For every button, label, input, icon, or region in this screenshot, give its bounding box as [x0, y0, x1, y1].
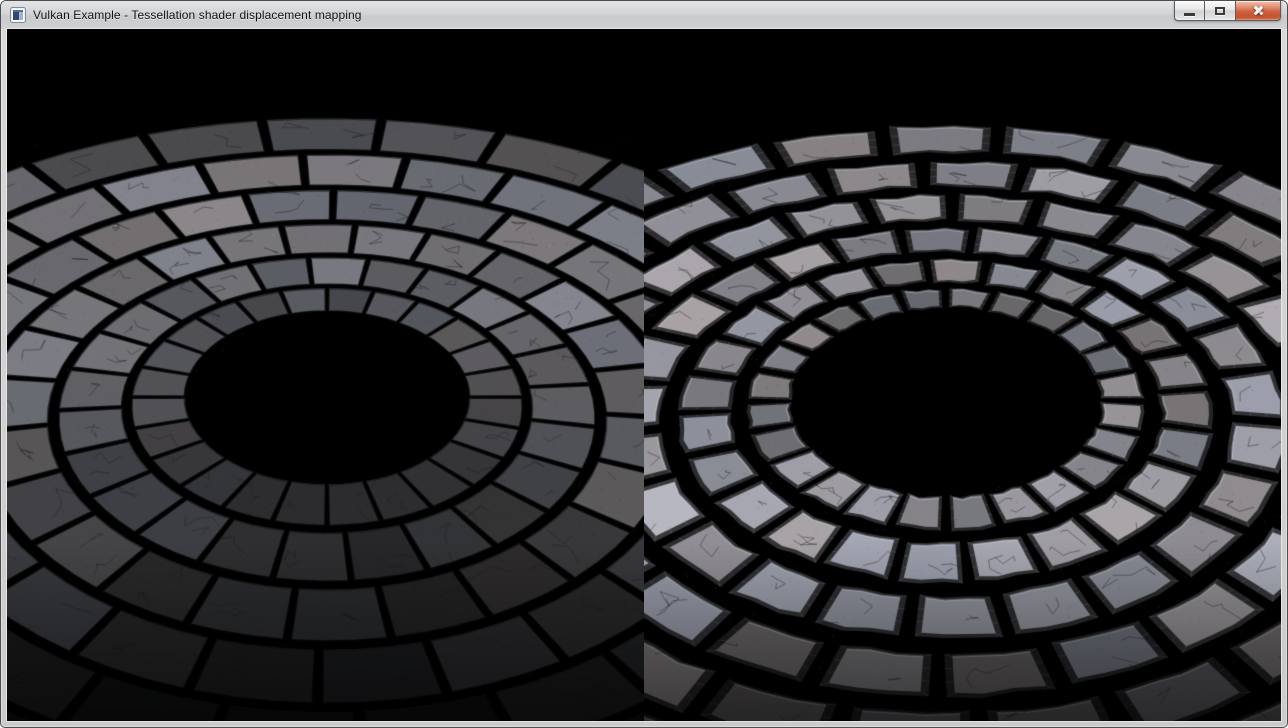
minimize-button[interactable] — [1174, 1, 1205, 21]
maximize-icon — [1215, 7, 1225, 15]
close-icon — [1252, 5, 1265, 16]
minimize-icon — [1184, 13, 1195, 16]
torus-render-no-displacement[interactable] — [7, 29, 644, 721]
render-area — [7, 29, 1281, 721]
window-controls — [1174, 1, 1281, 21]
title-bar[interactable]: Vulkan Example - Tessellation shader dis… — [1, 1, 1287, 29]
application-icon[interactable] — [10, 7, 26, 23]
window-title: Vulkan Example - Tessellation shader dis… — [33, 8, 362, 22]
maximize-button[interactable] — [1205, 1, 1236, 21]
app-window: Vulkan Example - Tessellation shader dis… — [0, 0, 1288, 728]
torus-render-with-displacement[interactable] — [644, 29, 1281, 721]
close-button[interactable] — [1236, 1, 1281, 21]
